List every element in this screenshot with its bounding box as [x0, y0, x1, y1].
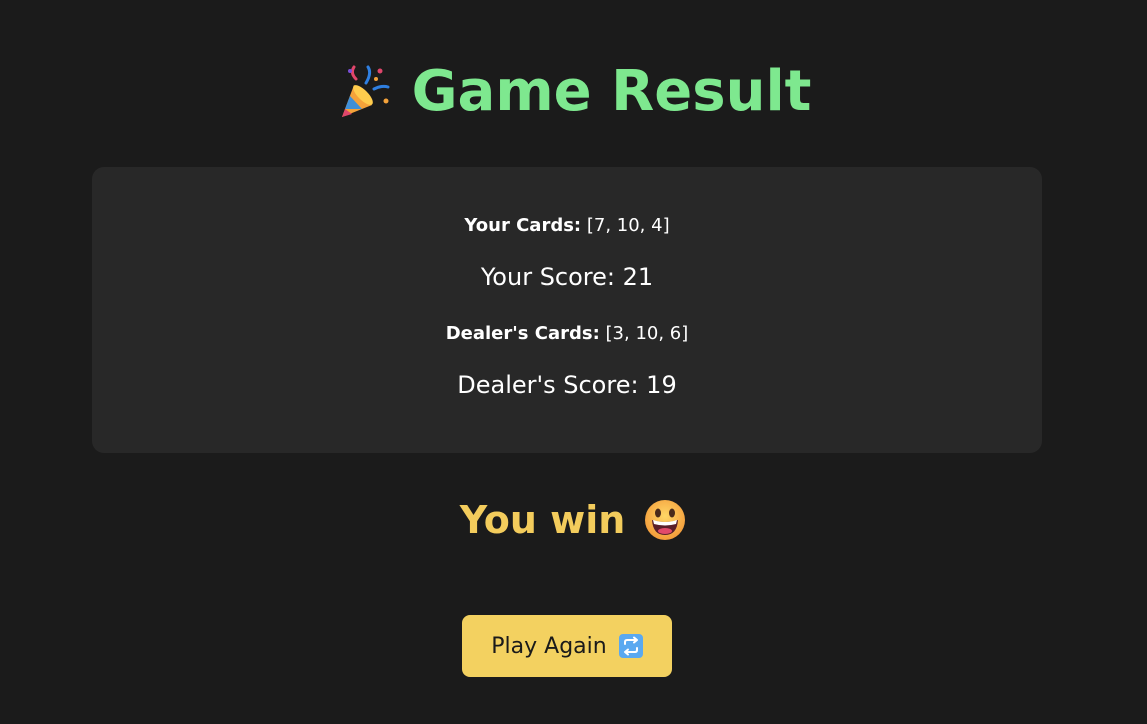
your-cards-value: [7, 10, 4]: [586, 215, 670, 236]
score-summary-card: Your Cards: [7, 10, 4] Your Score: 21 De…: [92, 167, 1042, 453]
grinning-face-icon: [643, 498, 687, 542]
dealer-cards-line: Dealer's Cards: [3, 10, 6]: [92, 323, 1042, 344]
page-title: Game Result: [411, 59, 812, 124]
your-cards-line: Your Cards: [7, 10, 4]: [92, 215, 1042, 236]
repeat-icon: [618, 634, 643, 658]
party-popper-icon: [336, 61, 394, 123]
play-again-button[interactable]: Play Again: [462, 615, 672, 677]
dealer-score: Dealer's Score: 19: [457, 371, 677, 399]
title-row: Game Result: [0, 56, 1147, 128]
game-result-page: Game Result Your Cards: [7, 10, 4] Your …: [0, 0, 1147, 724]
your-cards-label: Your Cards:: [464, 215, 582, 236]
result-text: You win: [459, 498, 626, 542]
result-row: You win: [0, 496, 1147, 544]
play-again-label: Play Again: [491, 633, 607, 659]
dealer-cards-label: Dealer's Cards:: [445, 323, 600, 344]
your-score: Your Score: 21: [480, 263, 654, 291]
dealer-cards-value: [3, 10, 6]: [605, 323, 689, 344]
